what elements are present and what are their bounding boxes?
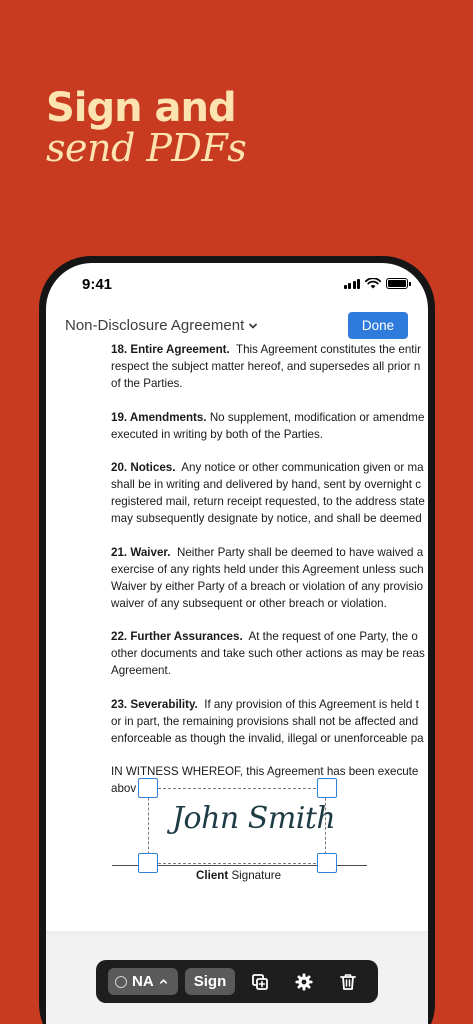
headline-line-2: send PDFs	[46, 126, 247, 170]
section-line: 19. Amendments. No supplement, modificat…	[111, 409, 428, 426]
section-line: Agreement.	[111, 664, 171, 677]
status-icons	[343, 278, 411, 289]
signature-caption: Client Signature	[196, 869, 281, 882]
section-heading: 20. Notices.	[111, 461, 176, 474]
section-line: other documents and take such other acti…	[111, 647, 425, 660]
section-heading: 18. Entire Agreement.	[111, 343, 230, 356]
section-heading: 22. Further Assurances.	[111, 630, 243, 643]
sign-button[interactable]: Sign	[185, 968, 235, 995]
section-line: respect the subject matter hereof, and s…	[111, 360, 421, 373]
gear-icon[interactable]	[294, 972, 314, 992]
section-text: Any notice or other communication given …	[181, 461, 424, 474]
resize-handle-top-right[interactable]	[317, 778, 337, 798]
signature-caption-text: Signature	[228, 869, 282, 882]
signature-toolbar: NA Sign	[96, 960, 378, 1003]
document-page: 18. Entire Agreement. This Agreement con…	[111, 341, 428, 797]
section-20: 20. Notices. Any notice or other communi…	[111, 459, 428, 527]
signature-caption-role: Client	[196, 869, 229, 882]
section-line: executed in writing by both of the Parti…	[111, 427, 324, 441]
section-line: Waiver by either Party of a breach or vi…	[111, 579, 424, 593]
section-heading: 21. Waiver.	[111, 545, 171, 559]
phone-screen: 9:41 Non-Disclosure Agreement Done 18. E…	[46, 263, 428, 1024]
signature-text[interactable]: John Smith	[172, 801, 336, 836]
wifi-icon	[365, 278, 381, 289]
section-19: 19. Amendments. No supplement, modificat…	[111, 409, 428, 443]
section-21: 21. Waiver. Neither Party shall be deeme…	[111, 544, 428, 612]
section-23: 23. Severability. If any provision of th…	[111, 696, 428, 747]
section-line: 18. Entire Agreement. This Agreement con…	[111, 341, 428, 358]
section-line: 22. Further Assurances. At the request o…	[111, 628, 428, 645]
document-title-dropdown[interactable]: Non-Disclosure Agreement	[65, 317, 258, 334]
section-line: 23. Severability. If any provision of th…	[111, 696, 428, 713]
battery-icon	[386, 278, 411, 289]
trash-icon[interactable]	[338, 972, 358, 992]
section-line: enforceable as though the invalid, illeg…	[111, 731, 424, 745]
initials-button[interactable]: NA	[108, 968, 178, 995]
section-line: of the Parties.	[111, 377, 183, 390]
done-button[interactable]: Done	[348, 312, 408, 339]
section-18: 18. Entire Agreement. This Agreement con…	[111, 341, 428, 392]
radio-circle-icon	[115, 975, 127, 988]
section-heading: 23. Severability.	[111, 697, 198, 711]
section-line: exercise of any rights held under this A…	[111, 562, 424, 576]
status-bar: 9:41	[46, 263, 428, 307]
status-time: 9:41	[82, 276, 113, 293]
section-line: may subsequently designate by notice, an…	[111, 512, 422, 525]
section-line: or in part, the remaining provisions sha…	[111, 714, 419, 728]
section-line: 20. Notices. Any notice or other communi…	[111, 459, 428, 476]
resize-handle-top-left[interactable]	[138, 778, 158, 798]
document-title: Non-Disclosure Agreement	[65, 317, 245, 334]
resize-handle-bottom-right[interactable]	[317, 853, 337, 873]
resize-handle-bottom-left[interactable]	[138, 853, 158, 873]
section-text: At the request of one Party, the o	[248, 630, 418, 643]
section-text: This Agreement constitutes the entir	[236, 343, 421, 356]
cellular-signal-icon	[343, 278, 360, 289]
section-line: shall be in writing and delivered by han…	[111, 478, 421, 491]
section-22: 22. Further Assurances. At the request o…	[111, 628, 428, 679]
section-text: No supplement, modification or amendme	[209, 410, 425, 424]
chevron-down-icon	[249, 323, 258, 328]
section-line: registered mail, return receipt requeste…	[111, 495, 425, 508]
section-heading: 19. Amendments.	[111, 410, 207, 424]
witness-line: IN WITNESS WHEREOF, this Agreement has b…	[111, 765, 419, 778]
document-navbar: Non-Disclosure Agreement Done	[46, 309, 428, 341]
section-text: If any provision of this Agreement is he…	[204, 697, 419, 711]
chevron-up-icon	[159, 979, 167, 984]
headline-line-1: Sign and	[46, 85, 237, 131]
section-line: 21. Waiver. Neither Party shall be deeme…	[111, 544, 428, 561]
promo-headline: Sign and send PDFs	[46, 85, 247, 170]
section-line: waiver of any subsequent or other breach…	[111, 596, 387, 610]
section-text: Neither Party shall be deemed to have wa…	[176, 545, 424, 559]
duplicate-icon[interactable]	[250, 972, 270, 992]
initials-label: NA	[132, 973, 154, 990]
